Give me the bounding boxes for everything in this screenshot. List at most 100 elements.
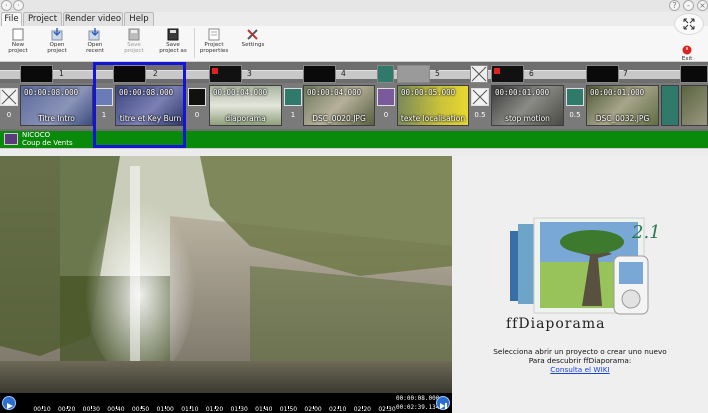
- fullscreen-icon: [683, 18, 695, 30]
- logo-wordmark: ffDiaporama: [506, 316, 605, 332]
- slide-item[interactable]: [681, 85, 708, 126]
- close-window-icon[interactable]: ×: [697, 0, 708, 11]
- tools-icon: [247, 29, 258, 40]
- tab-help[interactable]: Help: [124, 12, 154, 26]
- transition-icon: [284, 88, 302, 106]
- open-project-button[interactable]: Open project: [42, 28, 72, 55]
- slide-item[interactable]: 00:00:04.000 diaporama: [209, 85, 282, 126]
- slide-duration: 00:00:04.000: [213, 88, 268, 97]
- transition-icon: [188, 88, 206, 106]
- ribbon-toolbar: New project Open project Open recent Sav…: [0, 26, 708, 62]
- transition-item[interactable]: 1: [95, 85, 113, 126]
- end-button[interactable]: [436, 396, 450, 410]
- tab-render-video[interactable]: Render video: [63, 12, 123, 26]
- exit-button[interactable]: Exit: [675, 45, 699, 62]
- slide-thumb-mini: [586, 65, 619, 83]
- slide-thumb-mini: [491, 65, 524, 83]
- wiki-link[interactable]: Consulta el WIKI: [452, 365, 708, 374]
- player-bar: 00:10 00:20 00:30 00:40 00:50 01:00 01:10 01:20…: [0, 393, 452, 413]
- music-track[interactable]: NICOCO Coup de Vents: [0, 131, 708, 148]
- tab-file[interactable]: File: [1, 12, 22, 27]
- slide-thumb-mini: [20, 65, 53, 83]
- fountain-photo: [0, 156, 452, 393]
- current-time: 00:00:08.000: [396, 395, 440, 402]
- ruler-tick-label: 02:20: [353, 406, 371, 413]
- slide-number: 2: [153, 69, 158, 78]
- save-disk-icon: [128, 28, 140, 41]
- new-project-label: New project: [8, 42, 28, 55]
- settings-button[interactable]: Settings: [238, 28, 268, 48]
- ribbon-separator: [194, 28, 195, 58]
- transition-duration: 0: [383, 111, 389, 119]
- slide-item[interactable]: 00:00:08.000 titre et Key Burn: [115, 85, 186, 126]
- welcome-line-2: Para descubrir ffDiaporama:: [528, 356, 632, 365]
- no-transition-icon: [471, 88, 489, 106]
- settings-label: Settings: [241, 42, 265, 48]
- transition-item[interactable]: 0.5: [566, 85, 584, 126]
- ruler-tick-label: 01:00: [156, 406, 174, 413]
- power-icon: [682, 45, 692, 55]
- transition-item[interactable]: 0.5: [471, 85, 489, 126]
- slide-item[interactable]: 00:00:08.000 Titre Intro: [20, 85, 93, 126]
- skip-icon: [440, 403, 447, 409]
- slide-item[interactable]: 00:00:01.000 stop motion: [491, 85, 564, 126]
- transition-item[interactable]: 0: [377, 85, 395, 126]
- total-time: 00:02:39.134: [396, 404, 440, 411]
- preview-image: [0, 156, 452, 413]
- slide-number: 6: [529, 69, 534, 78]
- transition-icon: [566, 88, 584, 106]
- ruler-tick-label: 02:30: [378, 406, 396, 413]
- slide-item[interactable]: 00:00:05.000 texte localisation: [397, 85, 469, 126]
- transition-item[interactable]: [661, 85, 679, 126]
- tab-project[interactable]: Project: [23, 12, 62, 26]
- slide-duration: 00:00:08.000: [119, 88, 174, 97]
- transition-item[interactable]: 0: [0, 85, 18, 126]
- properties-document-icon: [208, 28, 220, 41]
- transition-duration: 1: [290, 111, 296, 119]
- slide-thumb-mini: [397, 65, 430, 83]
- project-properties-button[interactable]: Project properties: [198, 28, 230, 55]
- ruler-tick-label: 00:40: [107, 406, 125, 413]
- save-project-button[interactable]: Save project: [119, 28, 149, 55]
- slide-item[interactable]: 00:00:01.000 DSC_0032.JPG: [586, 85, 659, 126]
- transition-item[interactable]: 1: [284, 85, 302, 126]
- transition-mini: [470, 65, 488, 83]
- slide-name: DSC_0020.JPG: [312, 114, 366, 123]
- welcome-panel: 2.1 ffDiaporama Selecciona abrir un proy…: [452, 156, 708, 413]
- help-icon[interactable]: ?: [669, 0, 680, 11]
- menu-bar: File Project Render video Help: [0, 12, 708, 27]
- slide-name: stop motion: [505, 114, 550, 123]
- slide-item[interactable]: 00:00:04.000 DSC_0020.JPG: [303, 85, 375, 126]
- record-icon: [212, 68, 218, 74]
- save-project-as-button[interactable]: Save project as: [157, 28, 189, 55]
- timeline-scrollbar[interactable]: [0, 148, 708, 156]
- ruler-tick-label: 00:20: [57, 406, 76, 413]
- transition-item[interactable]: 0: [188, 85, 206, 126]
- transition-icon: [377, 88, 395, 106]
- ruler-tick-label: 02:00: [304, 406, 322, 413]
- time-ruler[interactable]: 00:10 00:20 00:30 00:40 00:50 01:00 01:10 01:20…: [19, 394, 396, 413]
- slide-duration: 00:00:05.000: [401, 88, 456, 97]
- slide-thumbnail-row: 0 00:00:08.000 Titre Intro 1 00:00:08.00…: [0, 83, 708, 129]
- fullscreen-toggle-button[interactable]: [674, 13, 704, 35]
- slide-thumb-mini: [303, 65, 336, 83]
- minimize-icon[interactable]: -: [683, 0, 694, 11]
- slide-thumb-mini: [113, 65, 146, 83]
- slide-number: 1: [59, 69, 64, 78]
- play-icon: [7, 403, 13, 409]
- slide-duration: 00:00:01.000: [495, 88, 550, 97]
- ruler-tick-label: 00:30: [82, 406, 100, 413]
- ruler-tick-label: 00:10: [33, 406, 51, 413]
- window-menu-icon[interactable]: ·: [13, 0, 24, 11]
- transition-icon: [95, 88, 113, 106]
- slide-number: 7: [623, 69, 628, 78]
- save-project-as-label: Save project as: [159, 42, 187, 55]
- slide-name: DSC_0032.JPG: [595, 114, 650, 123]
- slide-number-row: 1 2 3 4 5 6 7: [0, 65, 708, 83]
- open-recent-label: Open recent: [86, 42, 104, 55]
- play-button[interactable]: [2, 396, 16, 410]
- transition-duration: 0: [6, 111, 12, 119]
- new-project-button[interactable]: New project: [4, 28, 32, 55]
- open-recent-button[interactable]: Open recent: [80, 28, 110, 55]
- open-project-label: Open project: [47, 42, 67, 55]
